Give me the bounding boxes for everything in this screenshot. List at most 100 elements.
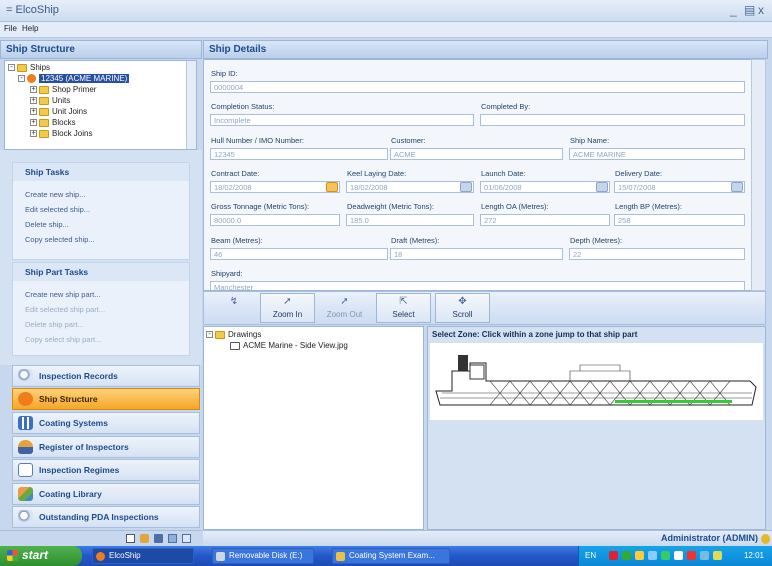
media-icon[interactable] <box>674 551 683 560</box>
ship-drawing <box>435 355 757 406</box>
tree-node-unit-joins[interactable]: + Unit Joins <box>30 107 87 118</box>
depth-label: Depth (Metres): <box>570 236 623 245</box>
delete-ship-part-link[interactable]: Delete ship part... <box>13 317 189 332</box>
edit-ship-part-link[interactable]: Edit selected ship part... <box>13 302 189 317</box>
nav-label: Inspection Records <box>39 371 118 381</box>
tree-node-block-joins[interactable]: + Block Joins <box>30 129 92 140</box>
beam-field[interactable]: 46 <box>210 248 388 260</box>
expand-icon[interactable]: + <box>30 119 37 127</box>
edit-icon[interactable] <box>168 534 177 543</box>
draft-field[interactable]: 18 <box>390 248 563 260</box>
collapse-icon[interactable]: - <box>206 331 213 339</box>
keel-laying-date-field[interactable]: 18/02/2008 <box>346 181 474 193</box>
delivery-date-calendar-icon[interactable] <box>731 182 743 192</box>
edit-ship-link[interactable]: Edit selected ship... <box>13 202 189 217</box>
length-oa-field[interactable]: 272 <box>480 214 610 226</box>
nav-register-of-inspectors[interactable]: Register of Inspectors <box>12 436 200 458</box>
taskbar-item-elcoship[interactable]: ElcoShip <box>92 548 194 564</box>
ship-tree[interactable]: - Ships -12345 (ACME MARINE) + Shop Primer… <box>4 60 197 150</box>
contract-date-calendar-icon[interactable] <box>326 182 338 192</box>
gross-tonnage-label: Gross Tonnage (Metric Tons): <box>211 202 310 211</box>
nav-label: Outstanding PDA Inspections <box>39 512 159 522</box>
tool-icon[interactable] <box>140 534 149 543</box>
bluetooth-icon[interactable] <box>635 551 644 560</box>
copy-ship-part-link[interactable]: Copy select ship part... <box>13 332 189 347</box>
language-indicator[interactable]: EN <box>585 551 596 560</box>
completion-status-field[interactable]: Incomplete <box>210 114 474 126</box>
collapse-icon[interactable]: - <box>8 64 15 72</box>
drawings-tree[interactable]: - Drawings ACME Marine - Side View.jpg <box>203 326 424 530</box>
delete-ship-link[interactable]: Delete ship... <box>13 217 189 232</box>
windows-taskbar: start ElcoShip Removable Disk (E:) Coati… <box>0 546 772 566</box>
volume-icon[interactable] <box>700 551 709 560</box>
security-icon[interactable] <box>622 551 631 560</box>
tree-node-units[interactable]: + Units <box>30 96 70 107</box>
back-arrow-icon[interactable] <box>609 551 618 560</box>
copy-ship-link[interactable]: Copy selected ship... <box>13 232 189 247</box>
completed-by-field[interactable] <box>480 114 745 126</box>
length-bp-field[interactable]: 258 <box>614 214 745 226</box>
expand-icon[interactable]: + <box>30 130 37 138</box>
collapse-icon[interactable]: - <box>18 75 25 83</box>
maximize-button[interactable]: ▤ <box>744 3 755 17</box>
ship-id-field[interactable]: 0000004 <box>210 81 745 93</box>
tree-node-ships[interactable]: - Ships <box>8 63 50 74</box>
tree-node-shop-primer[interactable]: + Shop Primer <box>30 85 96 96</box>
zoom-out-label: Zoom Out <box>326 310 363 319</box>
keel-laying-date-calendar-icon[interactable] <box>460 182 472 192</box>
grid-icon <box>18 416 33 430</box>
alert-icon[interactable] <box>687 551 696 560</box>
nav-inspection-records[interactable]: Inspection Records <box>12 365 200 387</box>
launch-date-calendar-icon[interactable] <box>596 182 608 192</box>
taskbar-item-removable-disk[interactable]: Removable Disk (E:) <box>212 548 314 564</box>
tree-node-drawing-file[interactable]: ACME Marine - Side View.jpg <box>230 341 348 352</box>
tree-node-blocks[interactable]: + Blocks <box>30 118 76 129</box>
details-scrollbar[interactable] <box>751 59 766 291</box>
create-ship-link[interactable]: Create new ship... <box>13 187 189 202</box>
scroll-button[interactable]: ✥ Scroll <box>435 293 490 323</box>
nav-coating-library[interactable]: Coating Library <box>12 483 200 505</box>
menu-help[interactable]: Help <box>22 24 38 33</box>
create-ship-part-link[interactable]: Create new ship part... <box>13 287 189 302</box>
expand-icon[interactable]: + <box>30 86 37 94</box>
tree-node-drawings[interactable]: - Drawings <box>206 330 261 341</box>
power-icon[interactable] <box>713 551 722 560</box>
options-icon[interactable] <box>126 534 135 543</box>
pan-button[interactable]: ↯ <box>210 293 258 323</box>
launch-date-field[interactable]: 01/06/2008 <box>480 181 610 193</box>
update-icon[interactable] <box>661 551 670 560</box>
minimize-button[interactable]: _ <box>730 3 737 17</box>
zoom-out-button[interactable]: ➚ Zoom Out <box>317 293 372 323</box>
nav-outstanding-pda[interactable]: Outstanding PDA Inspections <box>12 506 200 528</box>
deadweight-field[interactable]: 185.0 <box>346 214 474 226</box>
shipyard-field[interactable]: Manchester <box>210 281 745 290</box>
zoom-in-button[interactable]: ➚ Zoom In <box>260 293 315 323</box>
part-icon <box>39 85 49 94</box>
contract-date-field[interactable]: 18/02/2008 <box>210 181 340 193</box>
nav-label: Inspection Regimes <box>39 465 120 475</box>
expand-icon[interactable]: + <box>30 97 37 105</box>
nav-coating-systems[interactable]: Coating Systems <box>12 412 200 434</box>
close-button[interactable]: x <box>758 3 764 17</box>
network-icon[interactable] <box>648 551 657 560</box>
menu-file[interactable]: File <box>4 24 17 33</box>
start-button[interactable]: start <box>0 546 82 566</box>
save-icon[interactable] <box>154 534 163 543</box>
folder-icon <box>215 330 225 339</box>
gross-tonnage-field[interactable]: 80000.0 <box>210 214 340 226</box>
tree-node-label: Unit Joins <box>52 107 88 116</box>
tree-node-ship[interactable]: - 12345 (ACME MARINE) <box>18 74 130 85</box>
select-button[interactable]: ⇱ Select <box>376 293 431 323</box>
nav-inspection-regimes[interactable]: Inspection Regimes <box>12 459 200 481</box>
nav-ship-structure[interactable]: Ship Structure <box>12 388 200 410</box>
hull-number-field[interactable]: 12345 <box>210 148 388 160</box>
window-icon[interactable] <box>182 534 191 543</box>
depth-field[interactable]: 22 <box>569 248 745 260</box>
ship-side-view-image[interactable] <box>430 343 763 420</box>
tree-scrollbar[interactable] <box>186 61 196 149</box>
customer-field[interactable]: ACME <box>390 148 563 160</box>
taskbar-item-coating-system[interactable]: Coating System Exam... <box>332 548 450 564</box>
delivery-date-field[interactable]: 15/07/2008 <box>614 181 745 193</box>
ship-name-field[interactable]: ACME MARINE <box>569 148 745 160</box>
expand-icon[interactable]: + <box>30 108 37 116</box>
